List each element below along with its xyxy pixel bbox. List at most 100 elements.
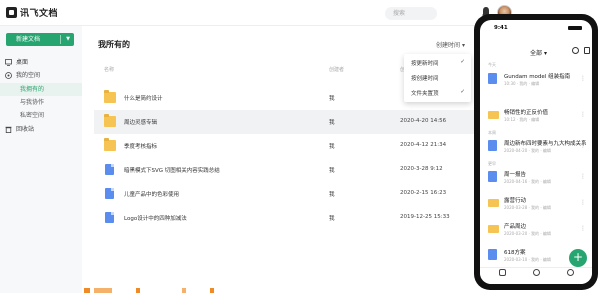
sidebar-item-label: 我的空间 (16, 72, 41, 79)
divider (60, 35, 61, 44)
page-title: 我所有的 (98, 40, 130, 49)
sidebar-item-private[interactable]: 私密空间 (0, 109, 82, 122)
document-icon (488, 73, 497, 84)
column-header-owner[interactable]: 创建者 (329, 66, 344, 73)
chevron-down-icon: ▾ (543, 50, 547, 57)
file-owner: 我 (329, 216, 335, 222)
sidebar-item-my-space[interactable]: 我的空间 (0, 69, 82, 82)
item-meta: 10:30 · 我的 · 编辑 (504, 81, 540, 86)
sort-menu: 按更新时间 ✓ 按创建时间 文件夹置顶 ✓ (404, 54, 471, 102)
sidebar-item-desktop[interactable]: 桌面 (0, 56, 82, 69)
tab-recent[interactable]: 最近 (526, 269, 546, 284)
file-date: 2020-4-12 21:34 (400, 142, 447, 148)
more-icon[interactable]: ⋮ (580, 199, 586, 206)
sidebar-item-trash[interactable]: 回收站 (0, 123, 82, 136)
check-icon: ✓ (460, 89, 465, 95)
battery-icon (568, 26, 582, 30)
filter-label: 全部 (530, 50, 543, 57)
file-name: 什么是简约设计 (124, 96, 163, 102)
desktop-icon (498, 269, 506, 276)
sidebar-item-owned[interactable]: 我拥有的 (0, 83, 82, 96)
item-title: 露营行动 (504, 198, 527, 204)
desktop-icon (5, 59, 12, 66)
file-owner: 我 (329, 144, 335, 150)
more-icon[interactable]: ⋮ (580, 173, 586, 180)
filter-dropdown[interactable]: 全部 ▾ (530, 48, 547, 57)
list-item[interactable]: 露营行动 2020-03-28 · 我的 · 编辑 ⋮ (480, 192, 592, 214)
app-name: 讯飞文档 (20, 9, 59, 19)
sidebar-item-shared[interactable]: 与我协作 (0, 96, 82, 109)
sort-button[interactable]: 创建时间 ▾ (436, 40, 465, 49)
file-name: 暗黑模式下SVG 切图相关内容实践总结 (124, 168, 220, 174)
list-item[interactable]: Gundam model 组装指南 10:30 · 我的 · 编辑 ⋮ (480, 68, 592, 90)
more-icon[interactable]: ⋮ (580, 142, 586, 149)
folder-icon (488, 225, 499, 233)
document-icon (488, 249, 497, 260)
list-item[interactable]: 畅销性的正反价值 10:12 · 我的 · 编辑 ⋮ (480, 104, 592, 126)
document-icon (488, 140, 497, 151)
sidebar-item-label: 私密空间 (20, 112, 45, 119)
sidebar-item-label: 桌面 (16, 59, 29, 66)
more-icon[interactable]: ⋮ (580, 225, 586, 232)
logo-icon (6, 7, 17, 18)
folder-icon (104, 138, 116, 151)
item-title: Gundam model 组装指南 (504, 74, 571, 80)
file-date: 2020-3-28 9:12 (400, 166, 443, 172)
user-icon (566, 269, 574, 276)
top-bar: 讯飞文档 搜索 (0, 0, 545, 26)
space-icon (5, 72, 12, 79)
item-meta: 2020-03-20 · 我的 · 编辑 (504, 231, 551, 236)
search-icon[interactable] (572, 47, 579, 54)
folder-icon (488, 199, 499, 207)
item-title: 产品周边 (504, 224, 527, 230)
decorative-bar (136, 288, 140, 293)
more-icon[interactable]: ⋮ (580, 111, 586, 118)
phone-frame: 9:41 全部 ▾ 今天 Gundam model 组装指南 10:30 · 我… (474, 14, 598, 290)
decorative-bar (84, 288, 90, 293)
item-meta: 2020-03-28 · 我的 · 编辑 (504, 205, 551, 210)
chevron-down-icon[interactable]: ▼ (66, 33, 70, 46)
list-item[interactable]: 周边新布四时要素与九大构成关系 2020-04-20 · 我的 · 编辑 ⋮ (480, 135, 592, 157)
tab-bar: 桌面 最近 我的 (480, 267, 592, 284)
add-button[interactable]: + (569, 249, 587, 267)
chevron-down-icon: ▾ (461, 42, 465, 49)
tab-mine[interactable]: 我的 (560, 269, 580, 284)
sort-label: 创建时间 (436, 42, 461, 49)
app-logo[interactable]: 讯飞文档 (6, 6, 58, 19)
search-input[interactable]: 搜索 (385, 7, 437, 20)
folder-icon (488, 111, 499, 119)
file-owner: 我 (329, 168, 335, 174)
item-title: 周一报告 (504, 172, 527, 178)
trash-icon (5, 126, 12, 133)
sort-option-updated[interactable]: 按更新时间 (411, 59, 439, 67)
file-date: 2019-12-25 15:33 (400, 214, 450, 220)
desktop-window: 讯飞文档 搜索 新建文档 ▼ 桌面 我的空间 我拥有的 与我协作 私密空间 回收… (0, 0, 545, 293)
new-doc-button[interactable]: 新建文档 ▼ (6, 33, 74, 46)
file-name: Logo设计中的四种加减法 (124, 216, 187, 222)
more-icon[interactable]: ⋮ (580, 75, 586, 82)
phone-screen: 9:41 全部 ▾ 今天 Gundam model 组装指南 10:30 · 我… (480, 20, 592, 284)
new-doc-label: 新建文档 (16, 36, 41, 43)
decorative-bar (210, 288, 214, 293)
folder-icon (104, 90, 116, 103)
list-item[interactable]: 周一报告 2020-04-16 · 我的 · 编辑 ⋮ (480, 166, 592, 188)
decorative-bar (182, 288, 186, 293)
sort-option-folders-first[interactable]: 文件夹置顶 (411, 89, 439, 97)
file-name: 儿童产品中的色彩使用 (124, 192, 180, 198)
more-icon[interactable] (584, 47, 590, 54)
document-icon (488, 171, 497, 182)
tab-desktop[interactable]: 桌面 (492, 269, 512, 284)
sidebar-item-label: 回收站 (16, 126, 35, 133)
sort-option-created[interactable]: 按创建时间 (411, 74, 439, 82)
status-time: 9:41 (494, 25, 508, 31)
file-date: 2020-4-20 14:56 (400, 118, 447, 124)
column-header-name[interactable]: 名称 (104, 66, 114, 73)
list-item[interactable]: 产品周边 2020-03-20 · 我的 · 编辑 ⋮ (480, 218, 592, 240)
file-date: 2020-2-15 16:23 (400, 190, 447, 196)
folder-icon (104, 114, 116, 127)
file-owner: 我 (329, 96, 335, 102)
item-title: 周边新布四时要素与九大构成关系 (504, 141, 587, 147)
item-meta: 2020-04-16 · 我的 · 编辑 (504, 179, 551, 184)
sidebar-item-label: 与我协作 (20, 99, 45, 106)
file-name: 周边灵感专辑 (124, 120, 158, 126)
